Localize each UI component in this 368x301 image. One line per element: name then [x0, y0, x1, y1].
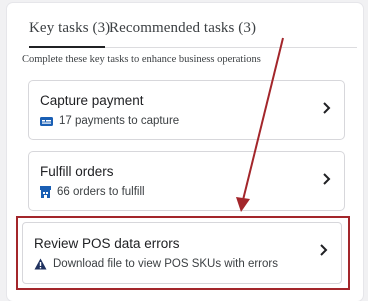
store-icon — [40, 186, 51, 198]
active-tab-indicator — [29, 46, 105, 48]
task-detail-text: 66 orders to fulfill — [57, 186, 145, 198]
task-detail: 17 payments to capture — [40, 115, 179, 127]
tab-key-tasks[interactable]: Key tasks (3) — [29, 20, 110, 37]
tab-recommended-tasks[interactable]: Recommended tasks (3) — [109, 20, 256, 37]
task-detail-text: 17 payments to capture — [59, 115, 180, 127]
tab-bar: Key tasks (3) Recommended tasks (3) — [29, 20, 357, 48]
task-card-capture-payment[interactable]: Capture payment 17 payments to capture — [28, 80, 345, 140]
task-detail: 66 orders to fulfill — [40, 186, 145, 198]
highlight-box — [16, 216, 350, 290]
task-card-fulfill-orders[interactable]: Fulfill orders 66 orders to fulfill — [28, 151, 345, 211]
task-title: Capture payment — [40, 93, 144, 108]
chevron-right-icon — [323, 173, 331, 185]
task-title: Fulfill orders — [40, 164, 114, 179]
key-tasks-description: Complete these key tasks to enhance busi… — [22, 54, 261, 65]
chevron-right-icon — [323, 102, 331, 114]
credit-card-icon — [40, 116, 53, 126]
